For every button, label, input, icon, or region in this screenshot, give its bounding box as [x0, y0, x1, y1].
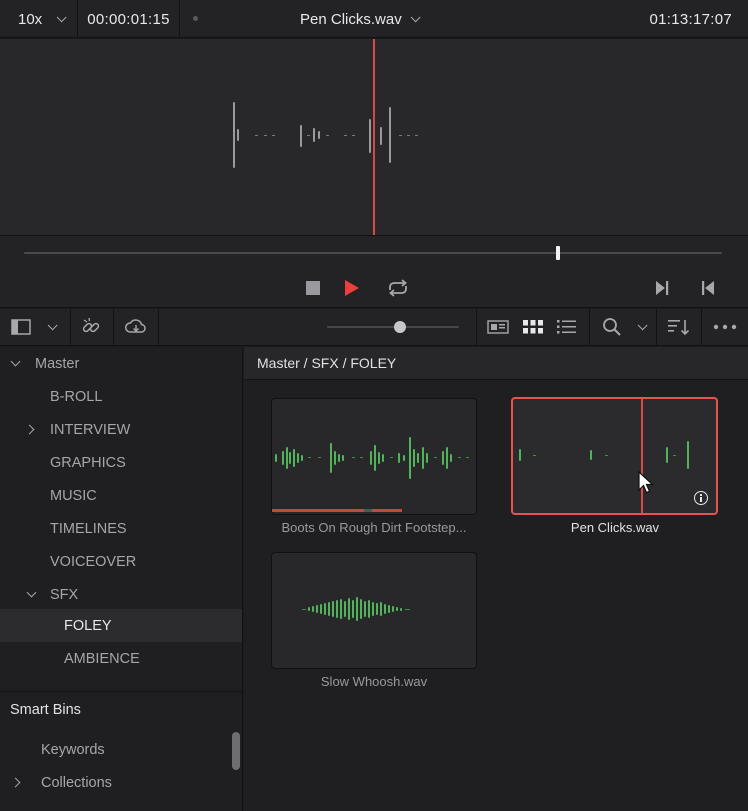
clip-thumbnail-pen-clicks[interactable] — [511, 397, 718, 515]
bin-b-roll[interactable]: B-ROLL — [0, 380, 242, 413]
jump-to-start-button[interactable] — [696, 276, 720, 300]
thumbnail-size-slider-knob[interactable] — [394, 321, 406, 333]
audio-viewer[interactable] — [0, 39, 748, 235]
thumbnail-view-icon — [523, 320, 543, 334]
chevron-down-icon — [10, 356, 21, 367]
bin-label: VOICEOVER — [50, 553, 137, 570]
source-timecode: 00:00:01:15 — [78, 0, 180, 38]
stop-icon — [306, 281, 320, 295]
bin-label: Collections — [41, 774, 112, 791]
status-dot-icon — [193, 16, 198, 21]
media-pool-toolbar — [0, 309, 748, 346]
loop-icon — [389, 279, 407, 297]
info-icon[interactable] — [694, 491, 708, 505]
chevron-down-icon — [56, 11, 67, 22]
bin-graphics[interactable]: GRAPHICS — [0, 446, 242, 479]
cloud-sync-icon — [125, 319, 146, 333]
bin-voiceover[interactable]: VOICEOVER — [0, 545, 242, 578]
zoom-value: 10x — [18, 10, 43, 28]
skip-forward-icon — [656, 281, 669, 295]
smart-bin-keywords[interactable]: Keywords — [0, 733, 242, 766]
list-view-icon — [557, 320, 576, 334]
search-options-button[interactable] — [630, 309, 650, 345]
viewer-playhead[interactable] — [373, 39, 375, 235]
stop-button[interactable] — [301, 276, 325, 300]
chevron-right-icon — [10, 777, 21, 788]
clip-thumbnail-slow-whoosh[interactable] — [271, 552, 477, 669]
bin-interview[interactable]: INTERVIEW — [0, 413, 242, 446]
clip-name-slow-whoosh: Slow Whoosh.wav — [320, 674, 428, 689]
bin-label: B-ROLL — [50, 388, 103, 405]
bin-foley[interactable]: FOLEY — [0, 609, 242, 642]
panel-toggle-button[interactable] — [8, 309, 34, 345]
clip-duration: 01:13:17:07 — [649, 10, 732, 28]
chevron-right-icon — [24, 424, 35, 435]
bin-label: TIMELINES — [50, 520, 127, 537]
metadata-view-icon — [487, 320, 509, 334]
bin-label: GRAPHICS — [50, 454, 126, 471]
bin-label: Master — [35, 355, 80, 372]
clip-thumbnail-boots[interactable] — [271, 398, 477, 515]
bin-label: MUSIC — [50, 487, 97, 504]
bin-sfx[interactable]: SFX — [0, 578, 242, 611]
bin-label: INTERVIEW — [50, 421, 131, 438]
media-pool: Master / SFX / FOLEY Boots On Rough Dirt… — [244, 347, 748, 811]
sort-button[interactable] — [666, 309, 692, 345]
bin-ambience[interactable]: AMBIENCE — [0, 642, 242, 675]
sort-icon — [668, 320, 690, 336]
metadata-view-button[interactable] — [486, 309, 510, 345]
clip-name-pen-clicks: Pen Clicks.wav — [570, 520, 660, 535]
cloud-sync-button[interactable] — [122, 309, 150, 345]
sidebar-scrollbar[interactable] — [232, 732, 240, 770]
panel-toggle-icon — [11, 319, 31, 335]
mouse-cursor-icon — [638, 471, 654, 494]
thumbnail-size-slider[interactable] — [327, 326, 459, 328]
divider — [0, 691, 242, 692]
chevron-down-icon — [410, 11, 421, 22]
bin-timelines[interactable]: TIMELINES — [0, 512, 242, 545]
scrub-handle[interactable] — [556, 246, 560, 260]
bin-master[interactable]: Master — [0, 347, 242, 380]
clip-name-boots: Boots On Rough Dirt Footstep... — [281, 520, 467, 535]
thumbnail-view-button[interactable] — [521, 309, 545, 345]
bin-label: FOLEY — [64, 617, 112, 634]
chevron-down-icon — [637, 319, 648, 330]
search-icon — [603, 318, 621, 336]
smart-bins-header: Smart Bins — [10, 702, 81, 718]
search-button[interactable] — [600, 309, 624, 345]
zoom-dropdown[interactable]: 10x — [0, 0, 78, 38]
scrub-bar[interactable] — [24, 252, 722, 254]
more-options-button[interactable] — [710, 309, 740, 345]
bin-label: Keywords — [41, 741, 105, 758]
clip-name: Pen Clicks.wav — [300, 10, 402, 28]
transport-controls — [0, 235, 748, 308]
clip-name-dropdown[interactable]: Pen Clicks.wav — [300, 0, 421, 38]
smart-bin-collections[interactable]: Collections — [0, 766, 242, 799]
bin-list: Master B-ROLL INTERVIEW GRAPHICS MUSIC T… — [0, 347, 243, 811]
chevron-down-icon — [26, 587, 37, 598]
skip-back-icon — [702, 281, 714, 295]
breadcrumb: Master / SFX / FOLEY — [244, 347, 748, 380]
chevron-down-icon — [47, 319, 58, 330]
bin-label: AMBIENCE — [64, 650, 140, 667]
play-icon — [345, 280, 359, 296]
unlink-button[interactable] — [78, 309, 104, 345]
more-icon — [713, 324, 737, 330]
list-view-button[interactable] — [555, 309, 579, 345]
viewer-header: 10x 00:00:01:15 Pen Clicks.wav 01:13:17:… — [0, 0, 748, 38]
panel-options-button[interactable] — [40, 309, 60, 345]
jump-to-end-button[interactable] — [650, 276, 674, 300]
loop-button[interactable] — [384, 276, 412, 300]
bin-music[interactable]: MUSIC — [0, 479, 242, 512]
play-button[interactable] — [340, 276, 364, 300]
bin-label: SFX — [50, 586, 79, 603]
unlink-icon — [82, 317, 100, 333]
